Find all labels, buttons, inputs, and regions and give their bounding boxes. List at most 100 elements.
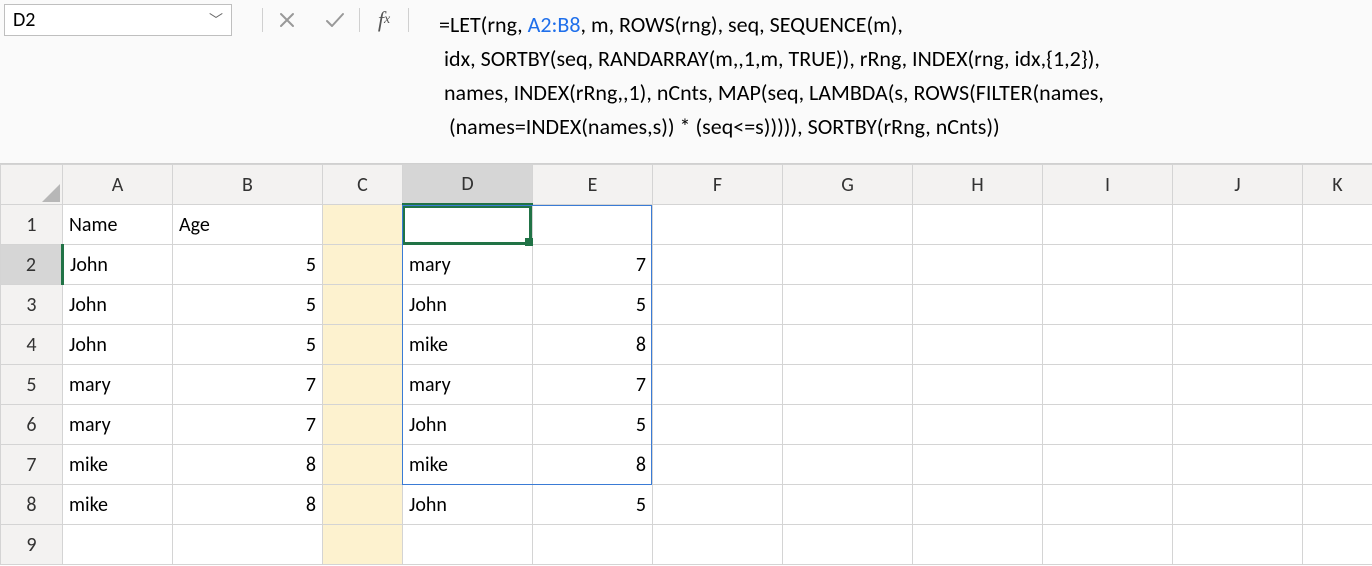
column-header[interactable]: E (533, 165, 653, 205)
accept-formula-icon[interactable] (311, 4, 359, 36)
cell[interactable] (783, 285, 913, 325)
cell[interactable] (1173, 485, 1303, 525)
cell[interactable]: 7 (173, 405, 323, 445)
cell[interactable]: 8 (173, 485, 323, 525)
column-header[interactable]: F (653, 165, 783, 205)
cell[interactable] (913, 325, 1043, 365)
column-header[interactable]: G (783, 165, 913, 205)
cell[interactable] (653, 285, 783, 325)
cell[interactable] (783, 325, 913, 365)
cell[interactable] (1173, 445, 1303, 485)
cell[interactable] (1043, 405, 1173, 445)
cell[interactable] (1043, 485, 1173, 525)
row-header[interactable]: 1 (1, 205, 63, 245)
cell[interactable] (783, 405, 913, 445)
cell[interactable]: mike (403, 445, 533, 485)
cell[interactable]: 5 (533, 285, 653, 325)
cell[interactable] (173, 525, 323, 565)
cell[interactable]: mike (63, 445, 173, 485)
cell[interactable] (653, 205, 783, 245)
cell[interactable]: John (403, 405, 533, 445)
cell[interactable] (533, 525, 653, 565)
cell[interactable] (783, 485, 913, 525)
cell[interactable] (913, 365, 1043, 405)
cell[interactable] (913, 525, 1043, 565)
cell[interactable]: Age (173, 205, 323, 245)
cell[interactable] (1303, 365, 1372, 405)
cell[interactable] (653, 525, 783, 565)
formula-input[interactable]: =LET(rng, A2:B8, m, ROWS(rng), seq, SEQU… (439, 4, 1368, 148)
cell[interactable] (1173, 365, 1303, 405)
cell[interactable] (653, 405, 783, 445)
cell[interactable]: 7 (533, 245, 653, 285)
column-header[interactable]: C (323, 165, 403, 205)
cell[interactable] (913, 405, 1043, 445)
name-box[interactable]: D2 ﹀ (4, 4, 232, 36)
cell[interactable] (1043, 205, 1173, 245)
cell[interactable]: 7 (173, 365, 323, 405)
column-header[interactable]: H (913, 165, 1043, 205)
cell[interactable] (653, 445, 783, 485)
column-header[interactable]: D (403, 165, 533, 205)
cell[interactable] (1303, 205, 1372, 245)
cell[interactable] (1173, 325, 1303, 365)
cell[interactable] (323, 445, 403, 485)
cell[interactable] (1303, 325, 1372, 365)
cell[interactable] (1303, 405, 1372, 445)
cell[interactable] (1303, 445, 1372, 485)
cell[interactable] (653, 245, 783, 285)
cell[interactable]: mike (63, 485, 173, 525)
cell[interactable] (1043, 365, 1173, 405)
cell[interactable] (323, 205, 403, 245)
cell[interactable]: 5 (533, 405, 653, 445)
cell[interactable] (653, 325, 783, 365)
cell[interactable]: John (403, 485, 533, 525)
cell[interactable] (653, 485, 783, 525)
cell[interactable] (323, 485, 403, 525)
cell[interactable] (1043, 285, 1173, 325)
cancel-formula-icon[interactable] (263, 4, 311, 36)
row-header[interactable]: 5 (1, 365, 63, 405)
cell[interactable] (323, 405, 403, 445)
cell[interactable]: Name (63, 205, 173, 245)
cell[interactable] (1173, 205, 1303, 245)
cell[interactable] (1043, 525, 1173, 565)
cell-active[interactable]: mary (403, 245, 533, 285)
cell[interactable] (913, 285, 1043, 325)
select-all-corner[interactable] (1, 165, 63, 205)
chevron-down-icon[interactable]: ﹀ (209, 10, 223, 30)
cell[interactable] (1303, 525, 1372, 565)
cell[interactable]: 7 (533, 365, 653, 405)
row-header[interactable]: 2 (1, 245, 63, 285)
cell[interactable] (323, 365, 403, 405)
cell[interactable] (323, 525, 403, 565)
cell[interactable]: 8 (173, 445, 323, 485)
column-header[interactable]: B (173, 165, 323, 205)
column-header[interactable]: I (1043, 165, 1173, 205)
cell[interactable] (1173, 245, 1303, 285)
row-header[interactable]: 4 (1, 325, 63, 365)
cell[interactable] (913, 445, 1043, 485)
cell[interactable]: John (63, 285, 173, 325)
cell[interactable]: 5 (173, 245, 323, 285)
cell[interactable] (783, 245, 913, 285)
cell[interactable] (1303, 245, 1372, 285)
cell[interactable] (1043, 245, 1173, 285)
cell[interactable] (403, 205, 533, 245)
cell[interactable]: John (63, 245, 173, 285)
cell[interactable] (783, 525, 913, 565)
cell[interactable] (1173, 405, 1303, 445)
cell[interactable] (913, 245, 1043, 285)
cell[interactable] (913, 205, 1043, 245)
cell[interactable] (1173, 285, 1303, 325)
cell[interactable]: John (403, 285, 533, 325)
cell[interactable]: mary (403, 365, 533, 405)
cell[interactable]: 5 (173, 325, 323, 365)
column-header[interactable]: J (1173, 165, 1303, 205)
cell[interactable] (323, 325, 403, 365)
row-header[interactable]: 8 (1, 485, 63, 525)
row-header[interactable]: 9 (1, 525, 63, 565)
cell[interactable]: mary (63, 405, 173, 445)
cell[interactable]: 8 (533, 445, 653, 485)
cell[interactable]: 8 (533, 325, 653, 365)
